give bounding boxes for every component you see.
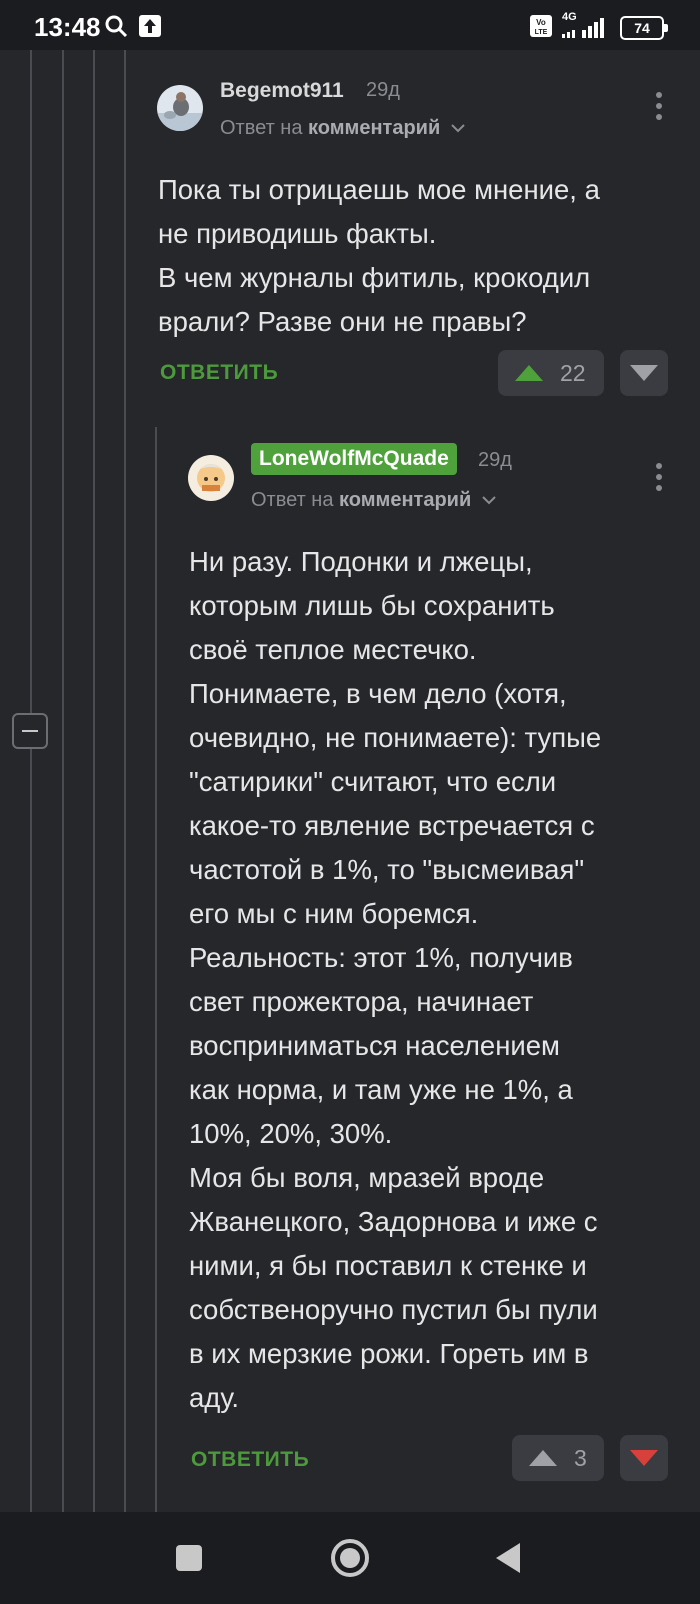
downvote-button[interactable] (620, 1435, 668, 1481)
reply-to-prefix: Ответ на (251, 489, 334, 511)
collapse-icon[interactable] (12, 713, 48, 749)
nav-back-icon[interactable] (494, 1542, 522, 1574)
avatar[interactable] (157, 85, 203, 131)
comment-age: 29д (366, 79, 400, 101)
chevron-down-icon (451, 124, 465, 133)
battery-icon: 74 (620, 16, 668, 40)
battery-level: 74 (634, 20, 650, 36)
reply-to-prefix: Ответ на (220, 117, 303, 139)
rating-count: 3 (574, 1445, 587, 1471)
downvote-button[interactable] (620, 350, 668, 396)
status-bar: 13:48 Vo LTE 4G 74 (0, 0, 700, 50)
comment-text: Пока ты отрицаешь мое мнение, а не приво… (158, 174, 600, 337)
comment-text: Ни разу. Подонки и лжецы, которым лишь б… (189, 546, 602, 1413)
thread-line (62, 50, 64, 1512)
username[interactable]: LoneWolfMcQuade (251, 443, 457, 475)
search-icon (105, 15, 128, 38)
thread-line (30, 50, 32, 713)
more-vert-icon[interactable] (656, 463, 664, 496)
downvote-icon (630, 365, 658, 381)
thread-line (155, 427, 157, 1512)
username[interactable]: Begemot911 (220, 79, 344, 103)
nav-recents-icon[interactable] (175, 1544, 203, 1572)
volte-icon: Vo LTE (530, 15, 552, 37)
reply-button[interactable]: ОТВЕТИТЬ (191, 1448, 309, 1472)
signal-icon (562, 18, 604, 38)
downvote-icon (630, 1450, 658, 1466)
system-nav-bar (0, 1512, 700, 1604)
comment-age: 29д (478, 449, 512, 471)
avatar[interactable] (188, 455, 234, 501)
status-time: 13:48 (34, 12, 101, 42)
reply-to-target: комментарий (308, 117, 441, 139)
thread-line (93, 50, 95, 1512)
chevron-down-icon (482, 496, 496, 505)
upvote-icon (529, 1450, 557, 1466)
upvote-button[interactable]: 22 (498, 350, 604, 396)
rating-count: 22 (560, 360, 586, 386)
upload-icon (139, 15, 161, 37)
svg-text:Vo: Vo (536, 18, 546, 27)
upvote-icon (515, 365, 543, 381)
reply-button[interactable]: ОТВЕТИТЬ (160, 361, 278, 385)
more-vert-icon[interactable] (656, 92, 664, 125)
thread-line (124, 50, 126, 1512)
nav-home-icon[interactable] (330, 1538, 370, 1578)
svg-text:LTE: LTE (535, 29, 548, 36)
upvote-button[interactable]: 3 (512, 1435, 604, 1481)
reply-to-link[interactable]: Ответ на комментарий (220, 117, 466, 140)
reply-to-target: комментарий (339, 489, 472, 511)
thread-line (30, 749, 32, 1512)
reply-to-link[interactable]: Ответ на комментарий (251, 489, 497, 512)
